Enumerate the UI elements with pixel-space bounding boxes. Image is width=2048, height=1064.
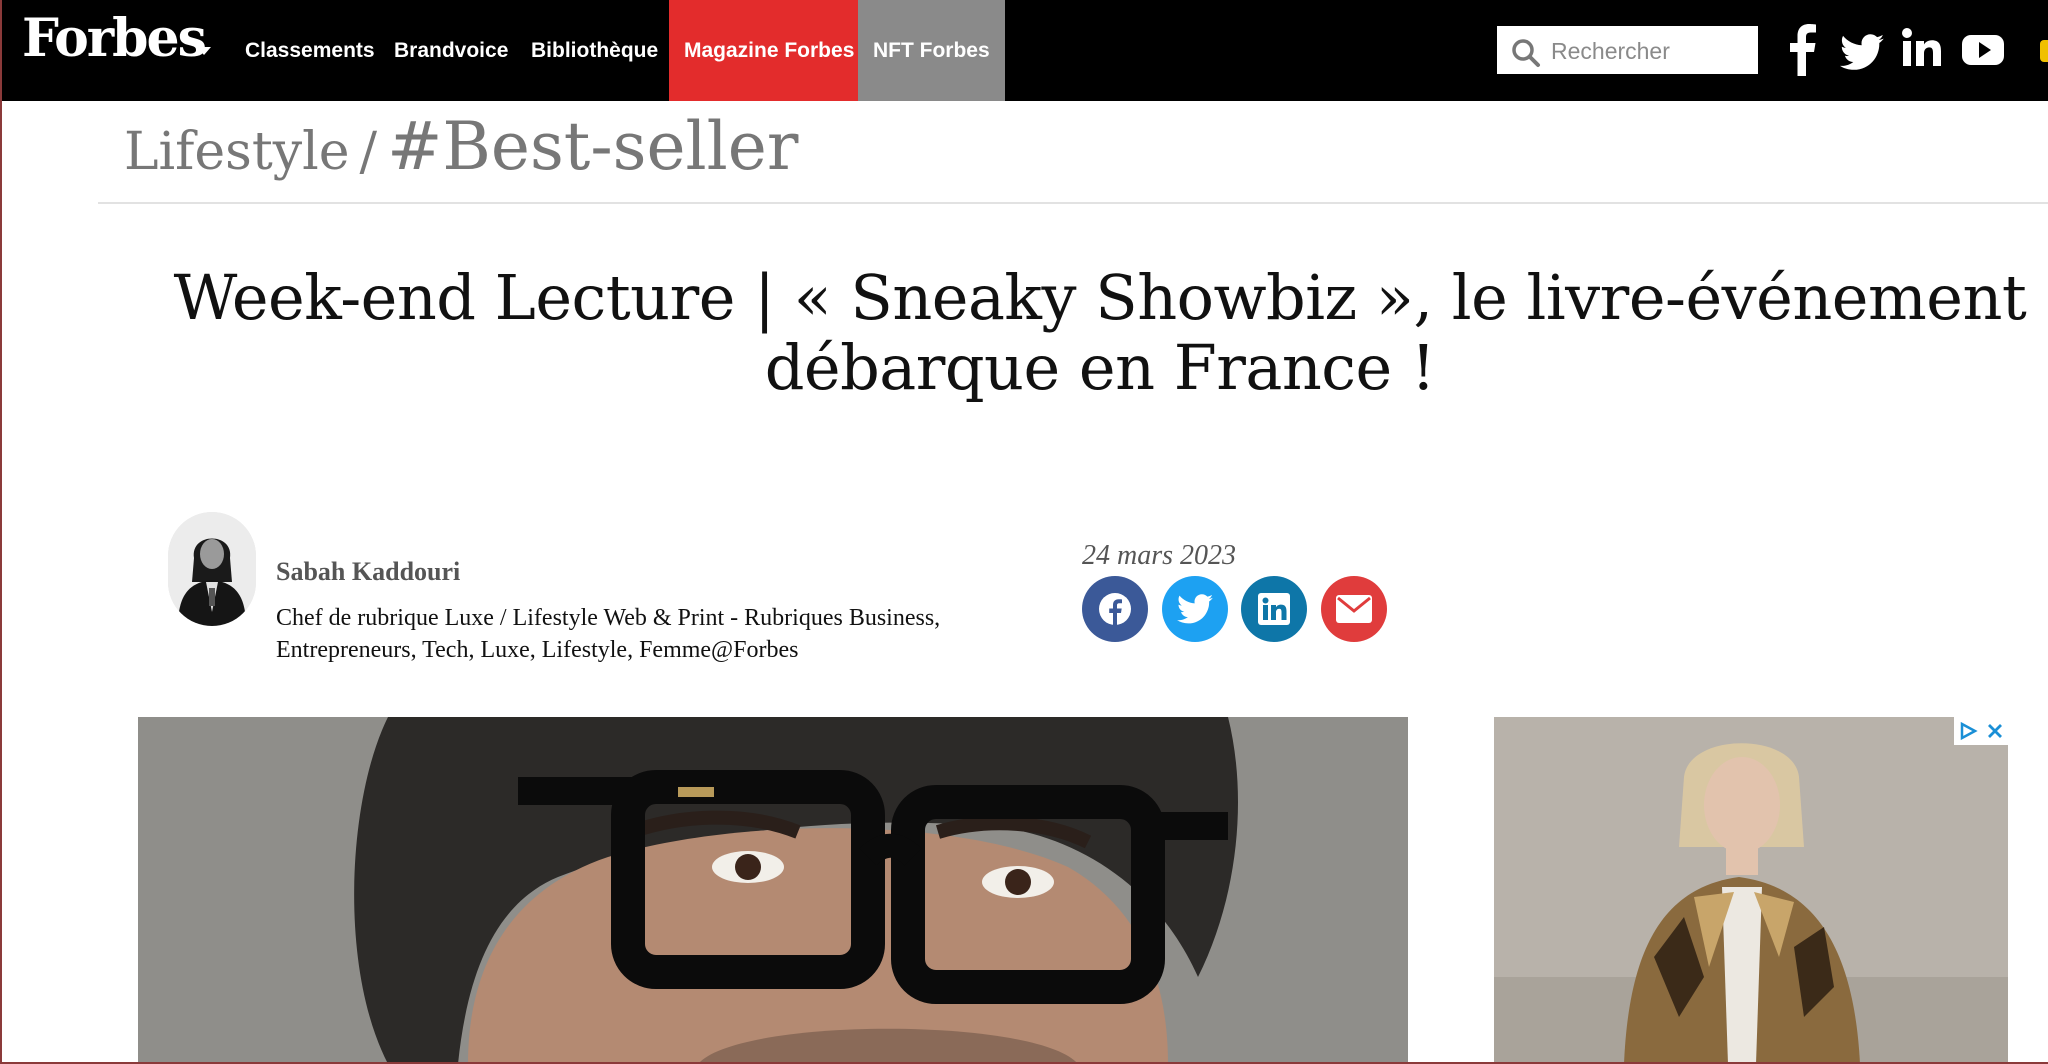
author-bio: Chef de rubrique Luxe / Lifestyle Web & …: [276, 605, 941, 663]
search-input[interactable]: [1549, 32, 1753, 70]
author-name[interactable]: Sabah Kaddouri: [276, 557, 460, 587]
nav-item-brandvoice[interactable]: Brandvoice: [394, 0, 508, 101]
article-title: Week-end Lecture | « Sneaky Showbiz », l…: [140, 263, 2048, 403]
search-icon: [1512, 39, 1540, 67]
youtube-icon[interactable]: [1962, 24, 2004, 76]
publish-date: 24 mars 2023: [1082, 540, 1237, 571]
share-email-button[interactable]: [1321, 576, 1387, 642]
top-nav: Forbes Classements Brandvoice Bibliothèq…: [0, 0, 2048, 101]
breadcrumb-section[interactable]: Lifestyle: [124, 122, 350, 182]
twitter-icon[interactable]: [1840, 24, 1884, 76]
linkedin-icon[interactable]: [1902, 24, 1942, 76]
search-box[interactable]: [1497, 26, 1758, 74]
facebook-icon[interactable]: [1788, 24, 1816, 76]
nav-item-magazine-forbes[interactable]: Magazine Forbes: [669, 0, 870, 101]
twitter-icon: [1177, 594, 1213, 624]
chevron-down-icon[interactable]: [197, 47, 211, 55]
forbes-logo[interactable]: Forbes: [22, 8, 207, 69]
advertisement[interactable]: [1494, 717, 2008, 1064]
ad-choices-badge[interactable]: [1954, 717, 2008, 745]
article-hero-image[interactable]: [138, 717, 1408, 1064]
nav-item-bibliotheque[interactable]: Bibliothèque: [531, 0, 658, 101]
portrait-photo: [138, 717, 1408, 1064]
nav-item-classements[interactable]: Classements: [245, 0, 375, 101]
ad-image: [1494, 717, 2008, 1064]
breadcrumb: Lifestyle / #Best-seller: [124, 108, 798, 185]
nav-item-nft-forbes[interactable]: NFT Forbes: [858, 0, 1005, 101]
breadcrumb-tag[interactable]: #Best-seller: [387, 108, 798, 185]
user-icon[interactable]: [2040, 40, 2048, 62]
breadcrumb-separator: /: [359, 122, 378, 182]
divider: [98, 202, 2048, 204]
share-linkedin-button[interactable]: [1241, 576, 1307, 642]
adchoices-icon[interactable]: [1958, 721, 1978, 741]
article-title-line2: débarque en France !: [764, 331, 1436, 404]
email-icon: [1336, 595, 1372, 623]
linkedin-icon: [1258, 593, 1290, 625]
share-twitter-button[interactable]: [1162, 576, 1228, 642]
share-facebook-button[interactable]: [1082, 576, 1148, 642]
facebook-icon: [1099, 593, 1131, 626]
article-title-line1: Week-end Lecture | « Sneaky Showbiz », l…: [173, 261, 2027, 334]
close-icon[interactable]: [1986, 722, 2004, 740]
author-avatar[interactable]: [168, 512, 256, 626]
